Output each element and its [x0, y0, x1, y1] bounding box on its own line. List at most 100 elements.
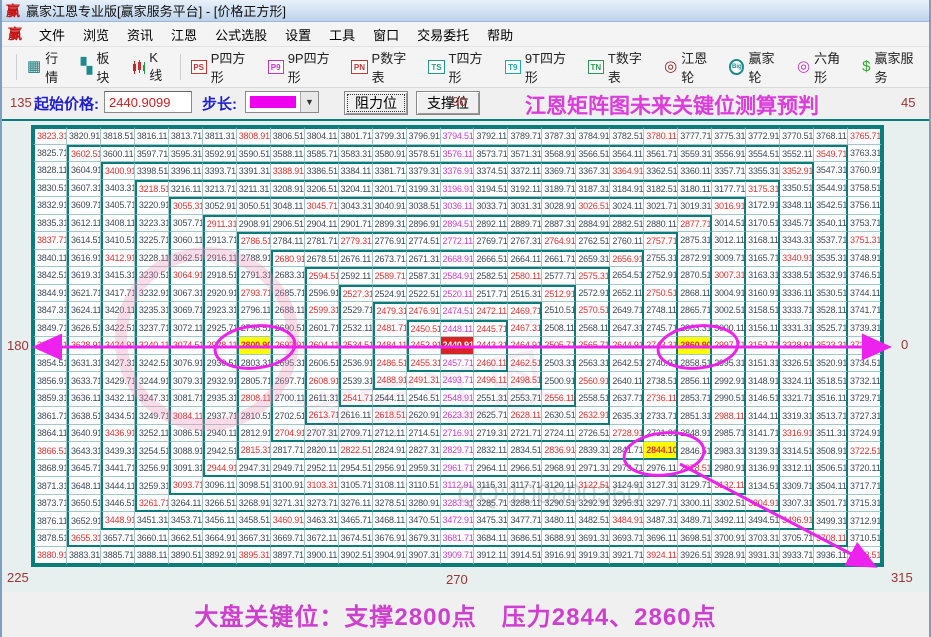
grid-cell: 3237.71 — [135, 320, 169, 338]
angle-label-315: 315 — [891, 570, 913, 585]
grid-cell: 2810.51 — [237, 407, 271, 425]
grid-cell: 2858.51 — [678, 355, 712, 373]
grid-cell: 2990.51 — [712, 390, 746, 408]
grid-cell: 2661.71 — [542, 250, 576, 268]
grid-cell: 2918.51 — [203, 267, 237, 285]
grid-cell: 3518.51 — [814, 372, 848, 390]
grid-cell: 3244.91 — [135, 372, 169, 390]
toolbar-item[interactable]: PNP数字表 — [345, 44, 422, 90]
grid-cell: 3172.91 — [746, 197, 780, 215]
menu-item[interactable]: 工具 — [320, 25, 364, 46]
menu-item[interactable]: 文件 — [30, 25, 74, 46]
grid-cell: 3732.11 — [848, 372, 882, 390]
grid-cell: 3230.51 — [135, 267, 169, 285]
toolbar-item[interactable]: K线 — [126, 46, 176, 88]
toolbar-item[interactable]: TNT数字表 — [582, 44, 658, 90]
grid-cell: 3302.51 — [712, 495, 746, 513]
grid-cell: 2913.71 — [203, 232, 237, 250]
grid-cell: 2882.51 — [610, 215, 644, 233]
grid-cell: 2572.91 — [576, 285, 610, 303]
grid-cell: 3036.11 — [441, 197, 475, 215]
grid-cell: 2901.71 — [339, 215, 373, 233]
menu-item[interactable]: 公式选股 — [206, 25, 276, 46]
grid-cell: 3775.31 — [712, 127, 746, 145]
menu-item[interactable]: 交易委托 — [408, 25, 478, 46]
grid-cell: 3796.91 — [407, 127, 441, 145]
support-button[interactable]: 支撑位 — [416, 91, 480, 115]
grid-cell: 2469.71 — [508, 302, 542, 320]
grid-cell: 3271.31 — [271, 495, 305, 513]
menu-item[interactable]: 浏览 — [74, 25, 118, 46]
grid-cell: 3799.31 — [373, 127, 407, 145]
grid-cell: 2896.91 — [407, 215, 441, 233]
start-price-input[interactable] — [104, 91, 192, 113]
grid-cell: 2448.11 — [441, 320, 475, 338]
grid-cell: 2676.11 — [339, 250, 373, 268]
menu-item[interactable]: 帮助 — [478, 25, 522, 46]
grid-cell: 3451.31 — [135, 512, 169, 530]
grid-cell: 3240.11 — [135, 337, 169, 355]
grid-cell: 2992.91 — [712, 372, 746, 390]
grid-cell: 3568.91 — [542, 145, 576, 163]
grid-cell: 3585.71 — [305, 145, 339, 163]
menu-item[interactable]: 资讯 — [118, 25, 162, 46]
grid-cell: 3369.71 — [542, 162, 576, 180]
grid-cell: 3261.71 — [135, 495, 169, 513]
menu-item[interactable]: 窗口 — [364, 25, 408, 46]
toolbar-item[interactable]: PSP四方形 — [185, 44, 262, 90]
grid-cell: 2527.31 — [339, 285, 373, 303]
grid-cell: 3249.71 — [135, 407, 169, 425]
toolbar-item[interactable]: $赢家服务 — [856, 44, 929, 90]
grid-cell: 3122.51 — [576, 477, 610, 495]
resistance-button[interactable]: 阻力位 — [344, 91, 408, 115]
grid-cell: 3916.91 — [542, 547, 576, 565]
menu-item[interactable]: 设置 — [276, 25, 320, 46]
grid-cell: 2944.91 — [203, 460, 237, 478]
grid-cell: 3480.11 — [542, 512, 576, 530]
toolbar-item[interactable]: TST四方形 — [422, 44, 498, 90]
grid-cell: 3410.51 — [101, 232, 135, 250]
grid-cell: 3511.31 — [814, 425, 848, 443]
grid-cell: 2796.11 — [237, 302, 271, 320]
grid-cell: 2700.11 — [271, 390, 305, 408]
grid-cell: 2637.71 — [610, 390, 644, 408]
grid-cell: 2445.71 — [474, 320, 508, 338]
grid-cell: 2584.91 — [441, 267, 475, 285]
grid-cell: 3746.51 — [848, 267, 882, 285]
grid-cell: 3669.71 — [271, 530, 305, 548]
grid-cell: 3763.31 — [848, 145, 882, 163]
grid-cell: 2853.71 — [678, 390, 712, 408]
grid-cell: 3256.91 — [135, 460, 169, 478]
grid-cell: 3424.91 — [101, 337, 135, 355]
grid-cell: 3120.11 — [542, 477, 576, 495]
grid-cell: 3832.91 — [33, 197, 67, 215]
grid-cell: 2692.91 — [271, 337, 305, 355]
grid-cell: 3820.91 — [67, 127, 101, 145]
grid-cell: 3232.91 — [135, 285, 169, 303]
toolbar-item[interactable]: ▦行情 — [21, 44, 75, 90]
toolbar-item[interactable]: T99T四方形 — [499, 44, 582, 90]
grid-cell: 2865.71 — [678, 302, 712, 320]
menu-item[interactable]: 江恩 — [162, 25, 206, 46]
grid-cell: 2577.71 — [542, 267, 576, 285]
grid-cell: 3309.71 — [780, 477, 814, 495]
grid-cell: 3818.51 — [101, 127, 135, 145]
grid-cell: 3662.51 — [169, 530, 203, 548]
grid-cell: 3276.11 — [339, 495, 373, 513]
toolbar-item[interactable]: P99P四方形 — [262, 44, 346, 90]
grid-cell: 2997.71 — [712, 337, 746, 355]
grid-cell: 2457.71 — [441, 355, 475, 373]
grid-cell: 2462.51 — [508, 355, 542, 373]
toolbar-item[interactable]: ◎江恩轮 — [658, 44, 723, 90]
combo-dropdown-icon[interactable]: ▼ — [300, 92, 318, 112]
toolbar-item[interactable]: ▚板块 — [75, 44, 126, 90]
grid-cell: 3211.31 — [237, 180, 271, 198]
step-combobox[interactable]: ▼ — [245, 91, 319, 113]
grid-cell: 2932.91 — [203, 372, 237, 390]
toolbar-item[interactable]: ◎六角形 — [791, 44, 856, 90]
grid-cell: 3496.91 — [780, 512, 814, 530]
toolbar-item[interactable]: Big赢家轮 — [723, 44, 791, 90]
grid-cell: 3720.11 — [848, 460, 882, 478]
grid-cell: 3789.71 — [508, 127, 542, 145]
grid-cell: 3168.11 — [746, 232, 780, 250]
